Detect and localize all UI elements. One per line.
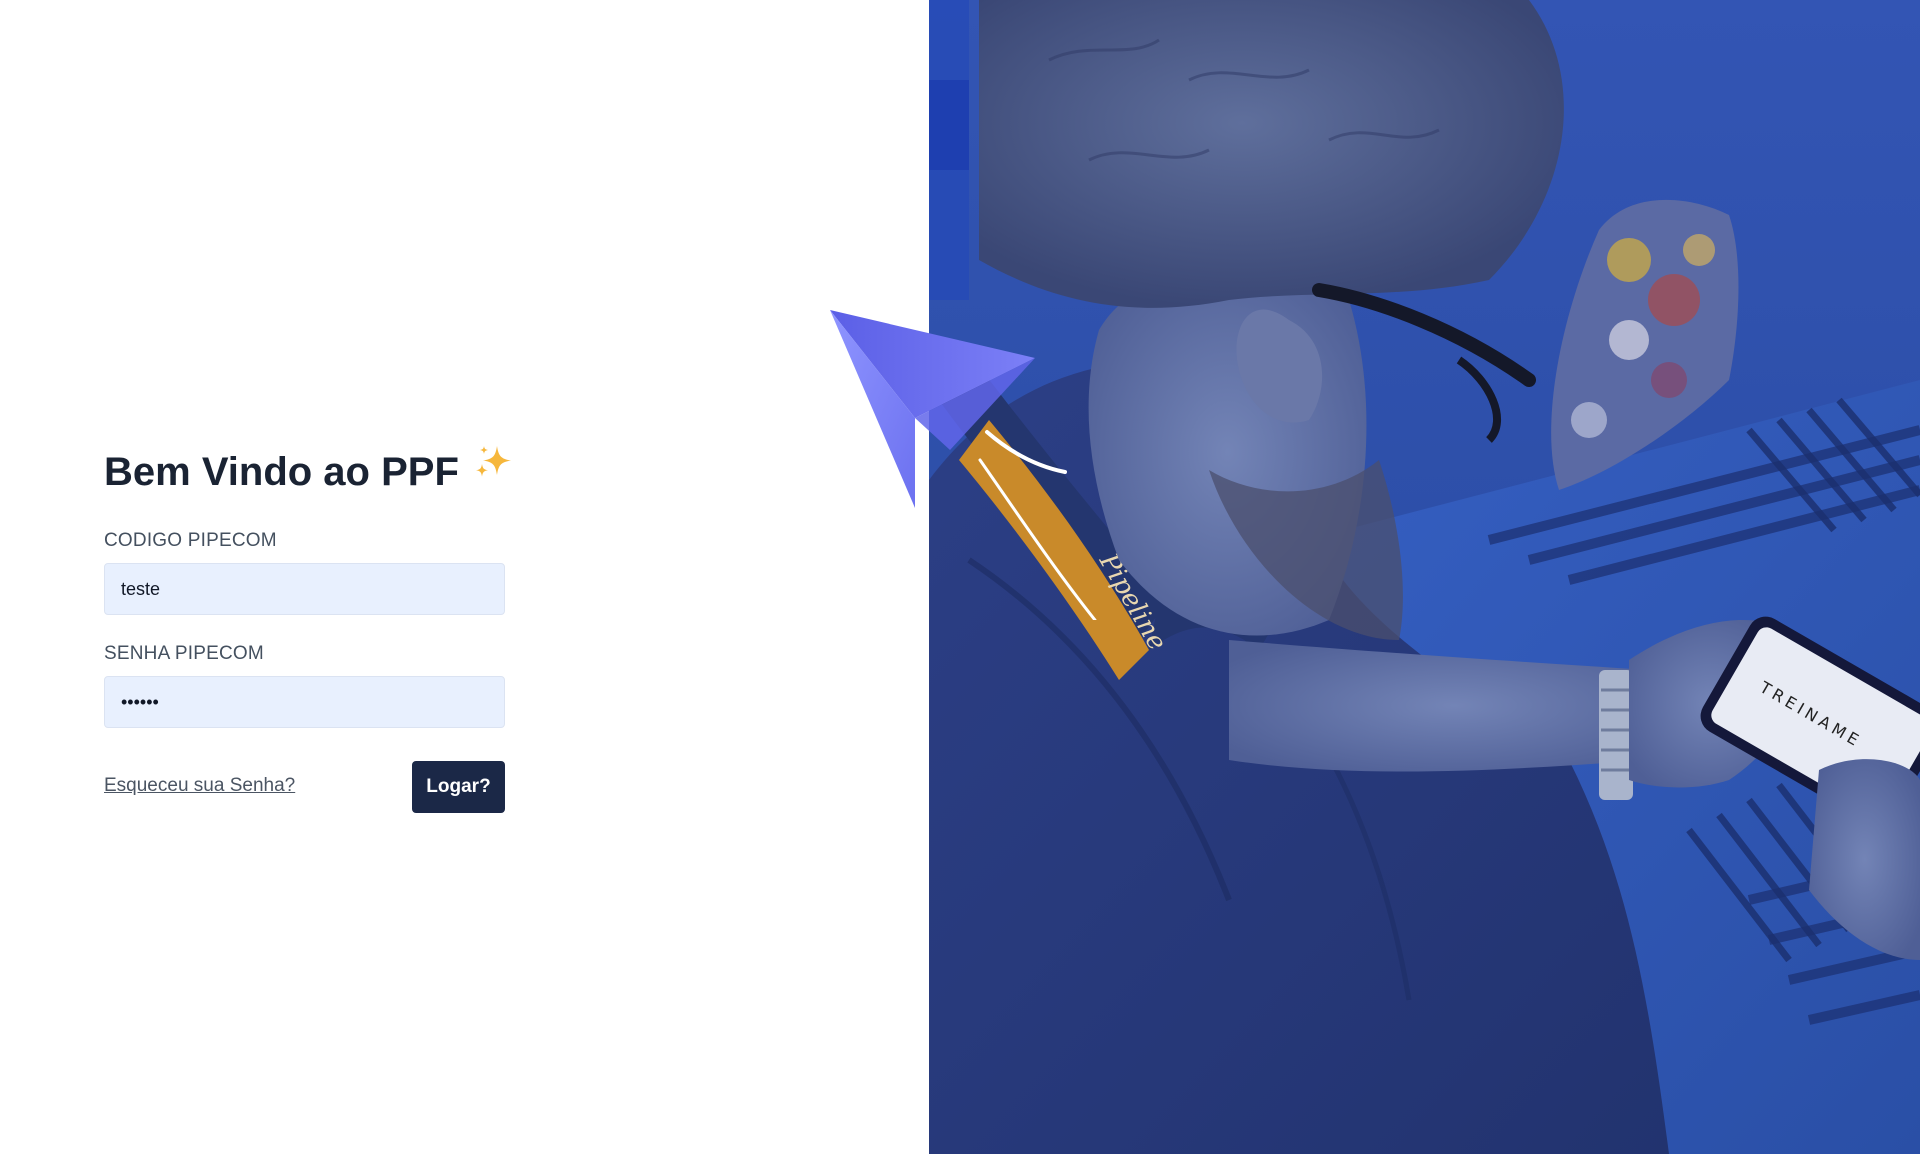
code-label: CODIGO PIPECOM — [104, 530, 277, 551]
page-title: Bem Vindo ao PPF — [104, 440, 511, 504]
sparkles-icon — [473, 439, 515, 503]
login-button[interactable]: Logar? — [412, 761, 505, 813]
forgot-password-link[interactable]: Esqueceu sua Senha? — [104, 775, 295, 797]
login-panel: Bem Vindo ao PPF CODIGO PIPECOM SENHA PI… — [0, 0, 929, 1154]
code-input[interactable] — [104, 563, 505, 615]
login-form: Bem Vindo ao PPF CODIGO PIPECOM SENHA PI… — [104, 440, 511, 813]
login-page: Bem Vindo ao PPF CODIGO PIPECOM SENHA PI… — [0, 0, 1920, 1154]
form-actions: Esqueceu sua Senha? Logar? — [104, 761, 505, 813]
title-text: Bem Vindo ao PPF — [104, 450, 459, 494]
password-input[interactable] — [104, 676, 505, 728]
password-label: SENHA PIPECOM — [104, 643, 264, 664]
swoosh-lines — [978, 430, 1097, 620]
